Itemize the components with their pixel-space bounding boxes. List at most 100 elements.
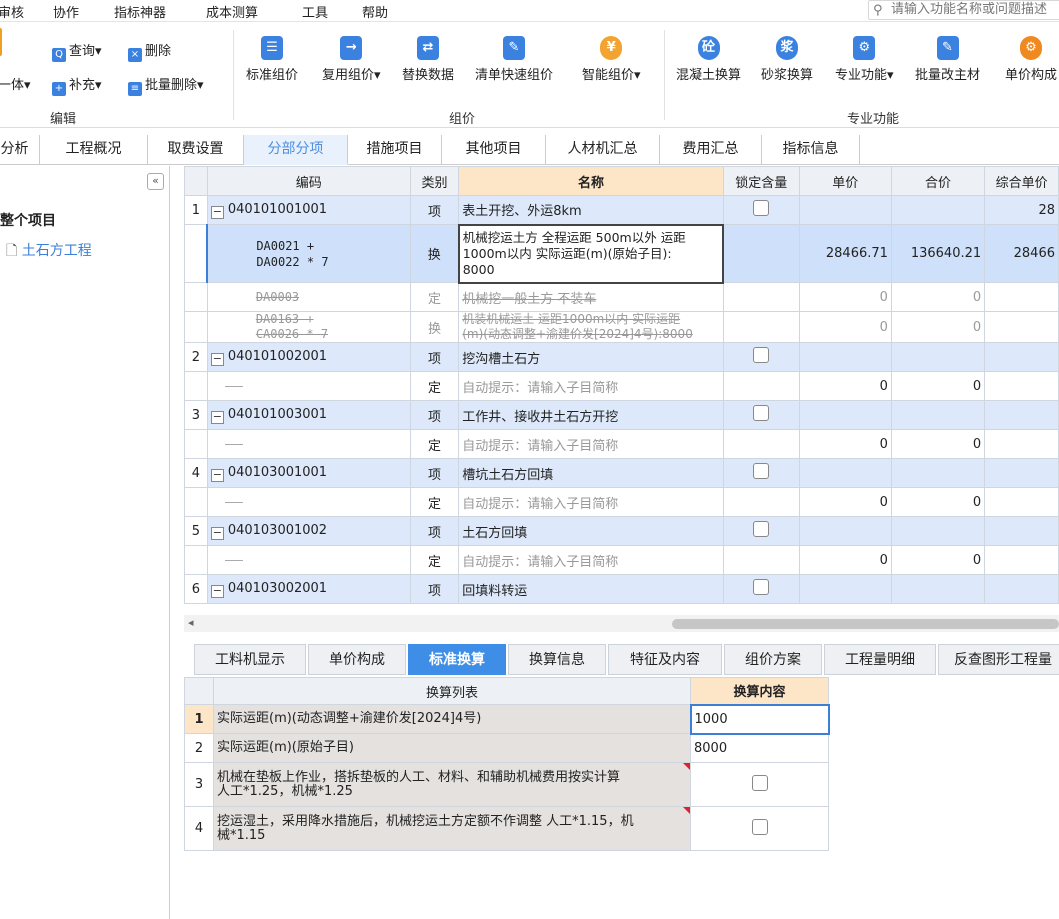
convert-row[interactable]: 3 机械在垫板上作业，搭拆垫板的人工、材料、和辅助机械费用按实计算 人工*1.25… [184, 762, 829, 807]
tab-pricing-plan[interactable]: 组价方案 [724, 644, 822, 675]
table-row[interactable]: 5−040103001002 项土石方回填 [184, 516, 1059, 546]
col-comp-price[interactable]: 综合单价 [984, 166, 1059, 196]
standard-pricing-button[interactable]: ☰ 标准组价 [246, 36, 298, 83]
lock-checkbox[interactable] [753, 405, 770, 421]
menu-review[interactable]: 审核 [0, 2, 24, 21]
table-row[interactable]: 4−040103001001 项槽坑土石方回填 [184, 458, 1059, 488]
concrete-icon: 砼 [697, 36, 720, 60]
convert-checkbox[interactable] [751, 774, 768, 791]
table-row[interactable]: 3−040101003001 项工作井、接收井土石方开挖 [184, 400, 1059, 430]
tab-quantity-detail[interactable]: 工程量明细 [824, 644, 936, 675]
tab-labor-material-display[interactable]: 工料机显示 [194, 644, 306, 675]
search-input[interactable]: ⚲ 请输入功能名称或问题描述 [868, 0, 1059, 20]
quick-pricing-icon: ✎ [503, 36, 525, 60]
convert-row[interactable]: 2 实际运距(m)(原始子目) 8000 [184, 733, 829, 763]
detail-tabs: 工料机显示 单价构成 标准换算 换算信息 特征及内容 组价方案 工程量明细 反查… [194, 644, 1059, 676]
mortar-convert-button[interactable]: 浆砂浆换算 [761, 36, 813, 83]
table-row[interactable]: 定自动提示：请输入子目简称 0 0 [184, 487, 1059, 517]
tab-standard-convert[interactable]: 标准换算 [408, 644, 506, 675]
col-total[interactable]: 合价 [890, 166, 986, 196]
delete-button[interactable]: × 删除 [128, 40, 171, 62]
query-icon: Q [52, 48, 66, 62]
col-unit-price[interactable]: 单价 [798, 166, 892, 196]
menu-help[interactable]: 帮助 [362, 2, 388, 21]
batch-main-material-icon: ✎ [936, 36, 959, 60]
special-function-button[interactable]: ⚙ 专业功能▾ [835, 36, 894, 83]
tab-fee-summary[interactable]: 费用汇总 [660, 135, 762, 165]
scrollbar-thumb[interactable] [672, 619, 1059, 629]
group-pricing-label: 组价 [449, 112, 476, 127]
table-row[interactable]: 1 −040101001001 项 表土开挖、外运8km 28 [184, 195, 1059, 225]
tab-sub-items[interactable]: 分部分项 [244, 135, 348, 165]
convert-value-input[interactable]: 1000 [689, 703, 830, 735]
lock-checkbox[interactable] [753, 200, 770, 216]
collapse-icon[interactable]: − [210, 410, 224, 424]
batch-main-material-button[interactable]: ✎ 批量改主材 [915, 36, 980, 83]
batch-delete-icon: ≡ [128, 82, 142, 96]
tab-convert-info[interactable]: 换算信息 [508, 644, 606, 675]
supplement-button[interactable]: + 补充▾ [52, 74, 102, 96]
menu-tools[interactable]: 工具 [302, 2, 328, 21]
replace-data-icon: ⇄ [417, 36, 439, 60]
table-row[interactable]: 6−040103002001 项回填料转运 [184, 574, 1059, 604]
lock-checkbox[interactable] [753, 521, 770, 537]
table-row-selected[interactable]: DA0021 + DA0022 * 7 换 机械挖运土方 全程运距 500m以外 … [184, 223, 1059, 284]
table-row[interactable]: 2−040101002001 项挖沟槽土石方 [184, 342, 1059, 372]
col-name[interactable]: 名称 [458, 166, 724, 196]
table-row[interactable]: DA0163 + CA0026 * 7 换 机装机械运土 运距1000m以内 实际… [184, 311, 1059, 343]
collapse-icon[interactable]: − [210, 468, 224, 482]
tab-features[interactable]: 特征及内容 [608, 644, 722, 675]
quick-pricing-button[interactable]: ✎ 清单快速组价 [475, 36, 553, 83]
table-row[interactable]: 定自动提示：请输入子目简称 0 0 [184, 429, 1059, 459]
collapse-panel-button[interactable]: « [147, 173, 164, 190]
delete-icon: × [128, 48, 142, 62]
tab-fee-settings[interactable]: 取费设置 [148, 135, 244, 165]
lock-checkbox[interactable] [753, 579, 770, 595]
reuse-pricing-button[interactable]: → 复用组价▾ [322, 36, 381, 83]
tree-node-earthwork[interactable]: 🗋 土石方工程 [6, 240, 92, 264]
menu-collab[interactable]: 协作 [53, 2, 79, 21]
tab-index-info[interactable]: 指标信息 [762, 135, 860, 165]
tab-unit-price-compose[interactable]: 单价构成 [308, 644, 406, 675]
convert-checkbox[interactable] [751, 818, 768, 835]
lock-checkbox[interactable] [753, 347, 770, 363]
tab-project-overview[interactable]: 工程概况 [40, 135, 148, 165]
scroll-left-icon[interactable]: ◂ [188, 616, 194, 629]
collapse-icon[interactable]: − [210, 584, 224, 598]
group-edit-label: 编辑 [50, 112, 77, 127]
sub-items-grid: 编码 类别 名称 锁定含量 单价 合价 综合单价 1 −040101001001… [184, 166, 1059, 615]
collapse-icon[interactable]: − [210, 352, 224, 366]
table-row[interactable]: 定自动提示：请输入子目简称 0 0 [184, 371, 1059, 401]
batch-delete-button[interactable]: ≡ 批量删除▾ [128, 74, 204, 96]
group-special-label: 专业功能 [847, 112, 900, 127]
col-type[interactable]: 类别 [409, 166, 460, 196]
concrete-convert-button[interactable]: 砼混凝土换算 [676, 36, 741, 83]
one-body-button[interactable]: 一体▾ [0, 74, 31, 93]
tab-analysis[interactable]: 分析 [0, 135, 40, 165]
smart-pricing-button[interactable]: ¥ 智能组价▾ [582, 36, 641, 83]
replace-data-button[interactable]: ⇄ 替换数据 [402, 36, 454, 83]
query-button[interactable]: Q 查询▾ [52, 40, 102, 62]
menu-index-tool[interactable]: 指标神器 [114, 2, 166, 21]
unit-price-compose-button[interactable]: ⚙ 单价构成 [1005, 36, 1057, 83]
grid-header: 编码 类别 名称 锁定含量 单价 合价 综合单价 [184, 166, 1059, 196]
supplement-icon: + [52, 82, 66, 96]
tab-reverse-lookup[interactable]: 反查图形工程量 [938, 644, 1059, 675]
table-row[interactable]: 定自动提示：请输入子目简称 0 0 [184, 545, 1059, 575]
lock-checkbox[interactable] [753, 463, 770, 479]
separator [233, 30, 234, 120]
table-row[interactable]: DA0003 定 机械挖一般土方 不装车 0 0 [184, 282, 1059, 312]
collapse-icon[interactable]: − [210, 526, 224, 540]
convert-row[interactable]: 1 实际运距(m)(动态调整+渝建价发[2024]4号) 1000 [184, 703, 830, 735]
tab-labor-material-summary[interactable]: 人材机汇总 [546, 135, 660, 165]
tree-root[interactable]: 整个项目 [0, 210, 56, 230]
col-code[interactable]: 编码 [206, 166, 411, 196]
tab-measures[interactable]: 措施项目 [348, 135, 442, 165]
menu-cost-calc[interactable]: 成本测算 [206, 2, 258, 21]
convert-value-input[interactable]: 8000 [690, 733, 829, 763]
tab-other-items[interactable]: 其他项目 [442, 135, 546, 165]
col-lock[interactable]: 锁定含量 [722, 166, 800, 196]
collapse-icon[interactable]: − [210, 205, 224, 219]
convert-row[interactable]: 4 挖运湿土，采用降水措施后，机械挖运土方定额不作调整 人工*1.15，机 械*1… [184, 806, 829, 851]
ribbon-toolbar: 一体▾ Q 查询▾ + 补充▾ × 删除 ≡ 批量删除▾ 编辑 ☰ 标准组价 → 复用组价▾… [0, 22, 1059, 128]
